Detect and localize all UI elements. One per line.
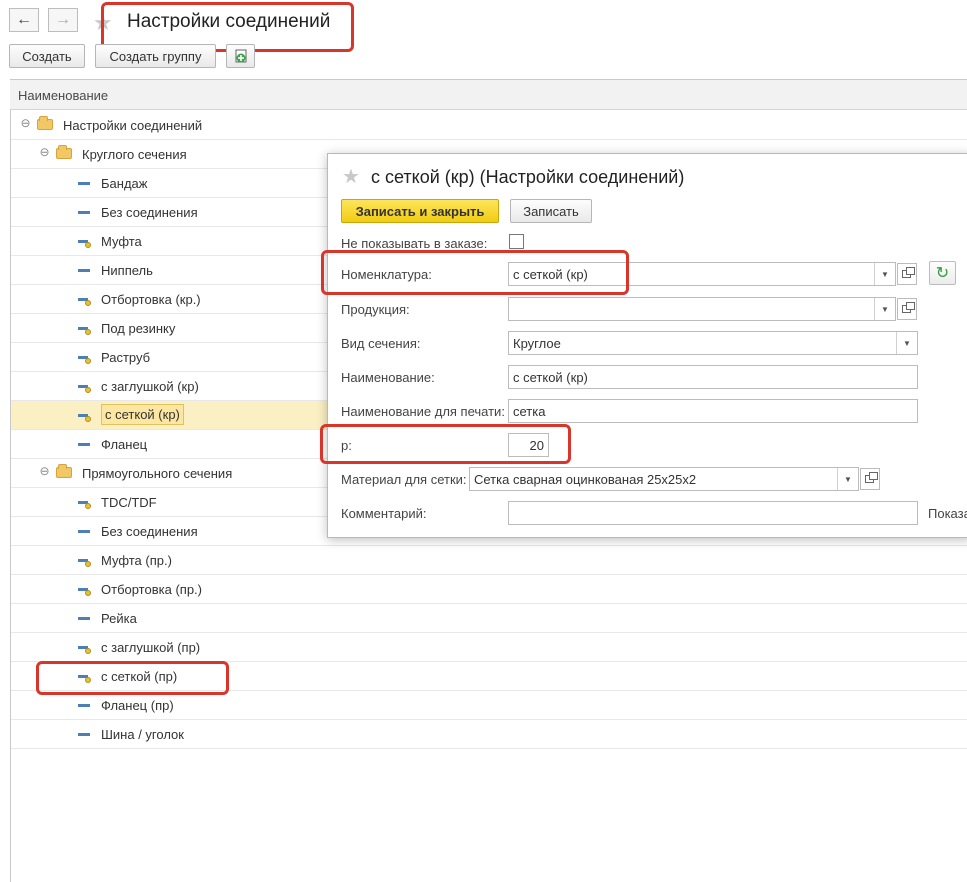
column-header-label: Наименование <box>18 88 109 103</box>
show-label[interactable]: Показа <box>928 506 967 521</box>
section-label: Вид сечения: <box>341 336 421 351</box>
edit-dialog: ★ с сеткой (кр) (Настройки соединений) З… <box>327 153 967 538</box>
create-button[interactable]: Создать <box>9 44 85 68</box>
row-label: Фланец (пр) <box>101 698 174 713</box>
arrow-right-icon: → <box>55 11 71 28</box>
table-row[interactable]: Муфта (пр.) <box>11 546 967 575</box>
row-label: Отбортовка (пр.) <box>101 582 202 597</box>
item-marked-icon <box>78 240 91 248</box>
row-label: Бандаж <box>101 176 148 191</box>
item-icon <box>78 211 90 214</box>
chevron-down-icon[interactable]: ▼ <box>896 332 917 354</box>
section-value: Круглое <box>513 336 561 351</box>
save-close-button[interactable]: Записать и закрыть <box>341 199 499 223</box>
item-marked-icon <box>78 414 91 422</box>
row-label: Отбортовка (кр.) <box>101 292 201 307</box>
table-row[interactable]: Фланец (пр) <box>11 691 967 720</box>
item-marked-icon <box>78 327 91 335</box>
chevron-down-icon[interactable]: ▼ <box>874 298 895 320</box>
chevron-down-icon[interactable]: ▼ <box>874 263 895 285</box>
item-marked-icon <box>78 588 91 596</box>
forward-button[interactable]: → <box>48 8 78 32</box>
refresh-icon[interactable]: ↻ <box>929 261 956 285</box>
row-label: Шина / уголок <box>101 727 184 742</box>
product-label: Продукция: <box>341 302 410 317</box>
row-label: Без соединения <box>101 205 198 220</box>
comment-label: Комментарий: <box>341 506 427 521</box>
comment-field[interactable] <box>508 501 918 525</box>
table-row[interactable]: Отбортовка (пр.) <box>11 575 967 604</box>
back-button[interactable]: ← <box>9 8 39 32</box>
print-name-value: сетка <box>513 404 546 419</box>
row-label: с сеткой (кр) <box>101 404 184 425</box>
hide-in-order-label: Не показывать в заказе: <box>341 236 488 251</box>
row-label: Под резинку <box>101 321 176 336</box>
row-label: Круглого сечения <box>82 147 187 162</box>
highlight-nomenclature <box>321 250 629 295</box>
collapse-icon[interactable]: ⊖ <box>20 117 31 129</box>
hide-in-order-checkbox[interactable] <box>509 234 524 249</box>
mesh-field[interactable]: Сетка сварная оцинкованая 25х25х2 ▼ <box>469 467 859 491</box>
section-select[interactable]: Круглое ▼ <box>508 331 918 355</box>
create-group-button[interactable]: Создать группу <box>95 44 216 68</box>
row-label: Фланец <box>101 437 148 452</box>
item-icon <box>78 269 90 272</box>
item-marked-icon <box>78 298 91 306</box>
item-icon <box>78 733 90 736</box>
column-header[interactable]: Наименование <box>10 80 967 110</box>
name-field[interactable]: с сеткой (кр) <box>508 365 918 389</box>
item-marked-icon <box>78 385 91 393</box>
folder-icon <box>56 464 72 478</box>
highlight-p-field <box>320 424 571 464</box>
name-value: с сеткой (кр) <box>513 370 588 385</box>
row-label: с заглушкой (пр) <box>101 640 201 655</box>
print-name-label: Наименование для печати: <box>341 404 505 419</box>
arrow-left-icon: ← <box>16 11 32 28</box>
tree-group-row[interactable]: ⊖ Настройки соединений <box>11 111 967 140</box>
collapse-icon[interactable]: ⊖ <box>39 465 50 477</box>
item-marked-icon <box>78 559 91 567</box>
open-icon[interactable] <box>860 468 880 490</box>
dialog-title: с сеткой (кр) (Настройки соединений) <box>371 167 685 187</box>
star-icon[interactable]: ★ <box>342 167 360 187</box>
row-label: Прямоугольного сечения <box>82 466 233 481</box>
mesh-label: Материал для сетки: <box>341 472 467 487</box>
item-marked-icon <box>78 356 91 364</box>
item-icon <box>78 443 90 446</box>
add-copy-icon <box>235 49 246 63</box>
item-marked-icon <box>78 646 91 654</box>
item-icon <box>78 617 90 620</box>
item-icon <box>78 182 90 185</box>
mesh-value: Сетка сварная оцинкованая 25х25х2 <box>474 472 697 487</box>
row-label: Рейка <box>101 611 137 626</box>
row-label: Без соединения <box>101 524 198 539</box>
save-button[interactable]: Записать <box>510 199 592 223</box>
chevron-down-icon[interactable]: ▼ <box>837 468 858 490</box>
row-label: TDC/TDF <box>101 495 157 510</box>
row-label: с заглушкой (кр) <box>101 379 199 394</box>
open-icon[interactable] <box>897 263 917 285</box>
name-label: Наименование: <box>341 370 435 385</box>
folder-icon <box>56 145 72 159</box>
table-row[interactable]: Шина / уголок <box>11 720 967 749</box>
open-icon[interactable] <box>897 298 917 320</box>
print-name-field[interactable]: сетка <box>508 399 918 423</box>
row-label: Муфта <box>101 234 142 249</box>
row-label: Раструб <box>101 350 151 365</box>
collapse-icon[interactable]: ⊖ <box>39 146 50 158</box>
highlight-row-mesh-pr <box>36 661 229 695</box>
row-label: Настройки соединений <box>63 118 203 133</box>
row-label: Муфта (пр.) <box>101 553 172 568</box>
table-row[interactable]: Рейка <box>11 604 967 633</box>
item-icon <box>78 704 90 707</box>
product-field[interactable]: ▼ <box>508 297 896 321</box>
row-label: Ниппель <box>101 263 153 278</box>
item-marked-icon <box>78 501 91 509</box>
table-row[interactable]: с заглушкой (пр) <box>11 633 967 662</box>
item-icon <box>78 530 90 533</box>
folder-icon <box>37 116 53 130</box>
add-copy-button[interactable] <box>226 44 255 68</box>
